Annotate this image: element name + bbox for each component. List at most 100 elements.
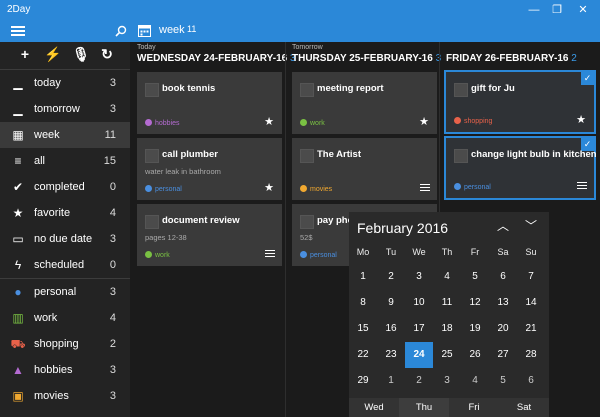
- calendar-day[interactable]: 10: [405, 290, 433, 316]
- calendar-icon: ▭: [12, 232, 24, 246]
- calendar-day[interactable]: 25: [433, 342, 461, 368]
- sidebar-item-scheduled[interactable]: ϟ scheduled 0: [0, 252, 130, 278]
- calendar-day[interactable]: 14: [517, 290, 545, 316]
- quick-add-icon[interactable]: ⚡: [44, 45, 62, 63]
- calendar-day[interactable]: 5: [489, 368, 517, 394]
- calendar-day[interactable]: 6: [489, 264, 517, 290]
- calendar-day[interactable]: 19: [461, 316, 489, 342]
- day-strip-item[interactable]: Thu: [399, 398, 449, 417]
- column-heading: THURSDAY 25-FEBRUARY-16 3: [292, 53, 442, 64]
- weekday-label: Th: [441, 247, 453, 257]
- hamburger-menu-icon[interactable]: [11, 26, 25, 36]
- task-checkbox[interactable]: [454, 149, 468, 163]
- person-icon: ●: [14, 285, 22, 299]
- task-card[interactable]: call plumber water leak in bathroom pers…: [137, 138, 282, 200]
- star-icon[interactable]: ★: [264, 115, 274, 128]
- task-checkbox[interactable]: [454, 83, 468, 97]
- sidebar-item-count: 3: [109, 390, 116, 402]
- calendar-day[interactable]: 29: [349, 368, 377, 394]
- date-picker-flyout: February 2016 ︿ ﹀ Mo Tu We Th Fr Sa Su 1…: [349, 212, 549, 417]
- bolt-icon: ϟ: [14, 258, 22, 272]
- sidebar-item-favorite[interactable]: ★ favorite 4: [0, 200, 130, 226]
- task-checkbox[interactable]: [145, 215, 159, 229]
- calendar-day[interactable]: 28: [517, 342, 545, 368]
- sidebar-item-tomorrow[interactable]: ▁ tomorrow 3: [0, 96, 130, 122]
- calendar-day[interactable]: 9: [377, 290, 405, 316]
- column-heading: WEDNESDAY 24-FEBRUARY-16 3: [137, 53, 296, 64]
- task-card[interactable]: The Artist movies: [292, 138, 437, 200]
- sidebar-item-movies[interactable]: ▣ movies 3: [0, 383, 130, 409]
- microphone-icon[interactable]: 🎙: [72, 45, 90, 63]
- calendar-day[interactable]: 20: [489, 316, 517, 342]
- day-strip-item[interactable]: Wed: [349, 398, 399, 417]
- sidebar-item-label: work: [34, 312, 58, 324]
- maximize-button[interactable]: ❐: [550, 3, 564, 17]
- calendar-day[interactable]: 4: [461, 368, 489, 394]
- day-strip-item[interactable]: Fri: [449, 398, 499, 417]
- calendar-day[interactable]: 1: [349, 264, 377, 290]
- calendar-month-title[interactable]: February 2016: [357, 220, 448, 236]
- sidebar-item-today[interactable]: ▁ today 3: [0, 70, 130, 96]
- task-checkbox[interactable]: [300, 215, 314, 229]
- sidebar-item-shopping[interactable]: ⛟ shopping 2: [0, 331, 130, 357]
- calendar-day[interactable]: 3: [433, 368, 461, 394]
- sidebar-item-hobbies[interactable]: ▲ hobbies 3: [0, 357, 130, 383]
- task-checkbox[interactable]: [145, 83, 159, 97]
- star-icon: ★: [12, 206, 24, 220]
- close-button[interactable]: ✕: [576, 3, 590, 17]
- calendar-day[interactable]: 11: [433, 290, 461, 316]
- weekday-label: Tu: [385, 247, 397, 257]
- plus-icon[interactable]: +: [16, 45, 34, 63]
- task-checkbox[interactable]: [145, 149, 159, 163]
- calendar-day[interactable]: 16: [377, 316, 405, 342]
- calendar-day[interactable]: 7: [517, 264, 545, 290]
- sidebar-item-count: 0: [109, 259, 116, 271]
- calendar-day[interactable]: 4: [433, 264, 461, 290]
- calendar-day[interactable]: 15: [349, 316, 377, 342]
- calendar-day[interactable]: 1: [377, 368, 405, 394]
- sidebar-item-completed[interactable]: ✔ completed 0: [0, 174, 130, 200]
- calendar-day[interactable]: 27: [489, 342, 517, 368]
- calendar-day[interactable]: 8: [349, 290, 377, 316]
- task-card[interactable]: ✓ change light bulb in kitchen personal: [444, 136, 597, 200]
- calendar-day[interactable]: 22: [349, 342, 377, 368]
- calendar-day[interactable]: 2: [377, 264, 405, 290]
- calendar-day[interactable]: 12: [461, 290, 489, 316]
- calendar-day-selected[interactable]: 24: [405, 342, 433, 368]
- day-strip-item[interactable]: Sat: [499, 398, 549, 417]
- calendar-day[interactable]: 13: [489, 290, 517, 316]
- sidebar-item-all[interactable]: ≡ all 15: [0, 148, 130, 174]
- header-bar: week 11: [0, 20, 600, 42]
- star-icon[interactable]: ★: [264, 181, 274, 194]
- calendar-day[interactable]: 3: [405, 264, 433, 290]
- sidebar-item-personal[interactable]: ● personal 3: [0, 279, 130, 305]
- task-checkbox[interactable]: [300, 83, 314, 97]
- star-icon[interactable]: ★: [576, 113, 586, 126]
- today-icon: ▁: [13, 76, 23, 90]
- sync-icon[interactable]: ↻: [98, 45, 116, 63]
- calendar-day[interactable]: 18: [433, 316, 461, 342]
- task-title: change light bulb in kitchen: [471, 149, 597, 160]
- sidebar-item-work[interactable]: ▥ work 4: [0, 305, 130, 331]
- task-card[interactable]: book tennis hobbies ★: [137, 72, 282, 134]
- calendar-day[interactable]: 26: [461, 342, 489, 368]
- chevron-down-icon[interactable]: ﹀: [523, 218, 539, 234]
- chevron-up-icon[interactable]: ︿: [495, 218, 511, 234]
- calendar-day[interactable]: 21: [517, 316, 545, 342]
- calendar-day[interactable]: 23: [377, 342, 405, 368]
- sidebar-item-week[interactable]: ▦ week 11: [0, 122, 130, 148]
- calendar-day[interactable]: 17: [405, 316, 433, 342]
- task-checkbox[interactable]: [300, 149, 314, 163]
- calendar-day[interactable]: 5: [461, 264, 489, 290]
- task-card[interactable]: ✓ gift for Ju shopping ★: [444, 70, 596, 134]
- task-category: personal: [454, 183, 491, 191]
- minimize-button[interactable]: —: [527, 3, 541, 17]
- search-icon[interactable]: [115, 24, 127, 37]
- sidebar-item-no-due-date[interactable]: ▭ no due date 3: [0, 226, 130, 252]
- calendar-day[interactable]: 2: [405, 368, 433, 394]
- task-card[interactable]: meeting report work ★: [292, 72, 437, 134]
- task-card[interactable]: document review pages 12-38 work: [137, 204, 282, 266]
- star-icon[interactable]: ★: [419, 115, 429, 128]
- task-category: hobbies: [145, 119, 180, 127]
- calendar-day[interactable]: 6: [517, 368, 545, 394]
